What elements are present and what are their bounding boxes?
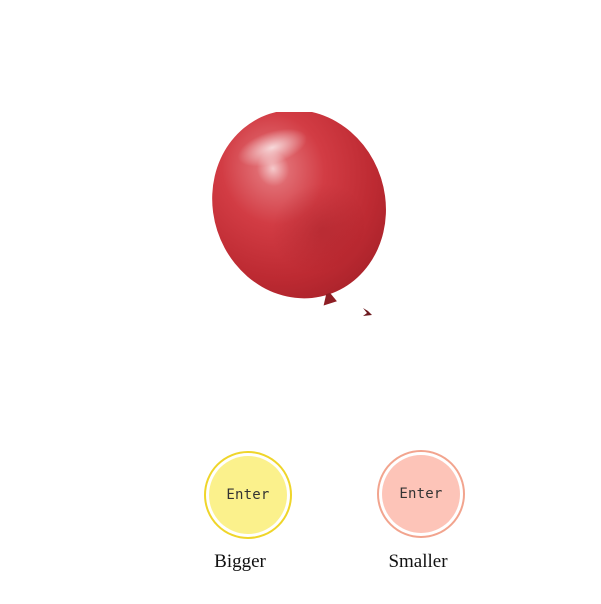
bigger-enter-label: Enter (209, 456, 287, 534)
red-balloon-image (212, 112, 386, 316)
smaller-enter-label: Enter (382, 455, 460, 533)
bigger-enter-button[interactable]: Enter (204, 451, 292, 539)
smaller-enter-button[interactable]: Enter (377, 450, 465, 538)
smaller-caption: Smaller (388, 551, 448, 572)
bigger-caption: Bigger (214, 551, 266, 572)
